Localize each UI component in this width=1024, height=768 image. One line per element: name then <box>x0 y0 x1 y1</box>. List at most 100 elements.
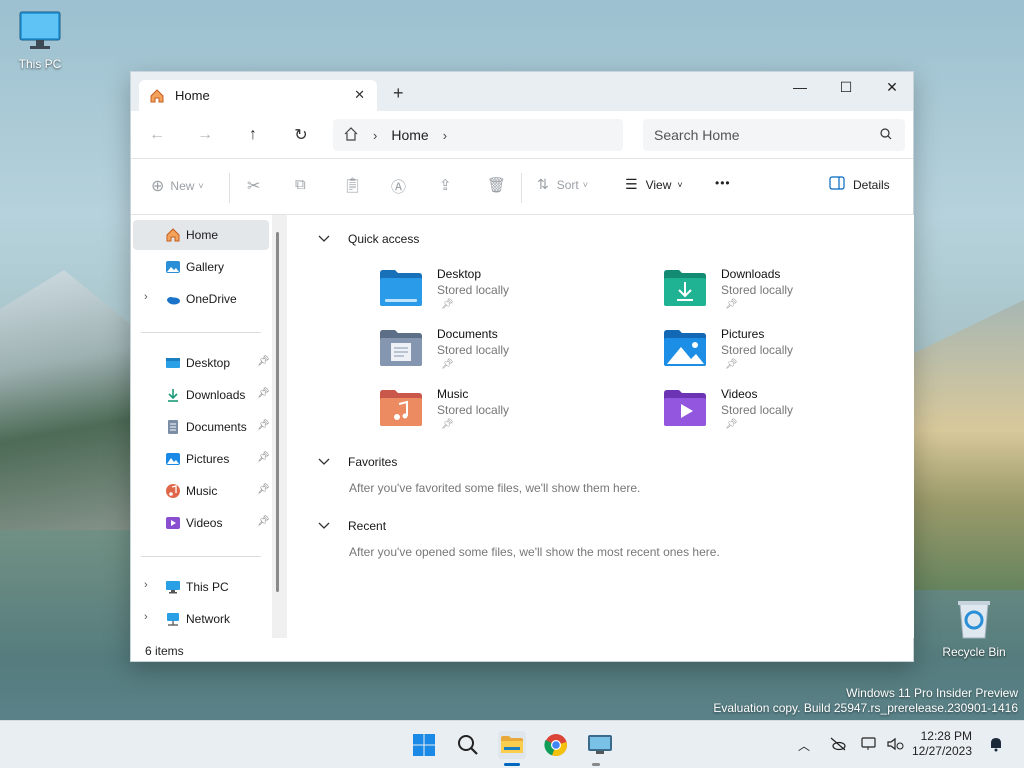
taskbar-remote-desktop[interactable] <box>586 731 614 759</box>
new-tab-button[interactable]: + <box>393 84 404 102</box>
section-title: Favorites <box>348 455 398 469</box>
quick-access-item-pictures[interactable]: Pictures Stored locally 📌︎ <box>663 327 903 383</box>
nav-item-label: Desktop <box>186 356 231 370</box>
volume-muted-icon[interactable] <box>886 737 904 754</box>
forward-arrow-icon[interactable]: → <box>191 121 219 149</box>
minimize-button[interactable]: — <box>777 72 823 102</box>
search-button[interactable] <box>454 731 482 759</box>
chevron-right-icon[interactable]: › <box>373 128 377 143</box>
item-location: Stored locally <box>437 283 510 297</box>
paste-icon[interactable]: 📋︎ <box>343 176 362 194</box>
chevron-down-icon: ˅ <box>582 179 589 190</box>
nav-item-this-pc[interactable]: › This PC <box>133 572 269 602</box>
nav-item-videos[interactable]: Videos 📌︎ <box>133 508 270 538</box>
close-button[interactable]: ✕ <box>869 72 915 102</box>
nav-scrollbar-thumb[interactable] <box>276 232 279 592</box>
nav-item-downloads[interactable]: Downloads 📌︎ <box>133 380 270 410</box>
pin-icon: 📌︎ <box>257 388 270 399</box>
new-button[interactable]: ⊕ New ˅ <box>151 176 204 196</box>
status-bar-item-count: 6 items <box>145 644 184 658</box>
chevron-down-icon: ˅ <box>198 181 204 191</box>
search-input[interactable]: Search Home <box>643 119 905 151</box>
nav-item-onedrive[interactable]: › OneDrive <box>133 284 269 314</box>
chevron-right-icon[interactable]: › <box>443 128 447 143</box>
section-quick-access[interactable]: Quick access <box>318 232 419 246</box>
maximize-button[interactable]: ☐ <box>823 72 869 102</box>
documents-folder-icon <box>380 330 422 366</box>
refresh-icon[interactable]: ↻ <box>287 121 315 149</box>
nav-item-music[interactable]: Music 📌︎ <box>133 476 270 506</box>
nav-item-label: OneDrive <box>186 292 237 306</box>
notification-bell-icon[interactable] <box>988 736 1004 755</box>
section-title: Quick access <box>348 232 420 246</box>
chevron-right-icon[interactable]: › <box>144 579 148 591</box>
nav-divider <box>141 332 261 333</box>
quick-access-item-videos[interactable]: Videos Stored locally 📌︎ <box>663 387 903 443</box>
recycle-bin-icon <box>958 601 990 639</box>
onedrive-offline-icon[interactable] <box>829 737 847 754</box>
music-icon <box>165 483 181 499</box>
address-box[interactable]: › Home › <box>333 119 623 151</box>
sort-button[interactable]: ⇅ Sort ˅ <box>537 176 588 193</box>
nav-item-pictures[interactable]: Pictures 📌︎ <box>133 444 270 474</box>
close-tab-icon[interactable]: ✕ <box>354 87 365 103</box>
pin-icon: 📌︎ <box>725 299 738 310</box>
clock-date: 12/27/2023 <box>911 744 972 758</box>
share-icon[interactable]: ⇪ <box>439 176 452 194</box>
chevron-down-icon[interactable] <box>318 232 330 246</box>
quick-access-item-documents[interactable]: Documents Stored locally 📌︎ <box>379 327 619 383</box>
start-button[interactable] <box>410 731 438 759</box>
pin-icon: 📌︎ <box>725 359 738 370</box>
rename-icon[interactable]: Ⓐ <box>391 176 406 197</box>
desktop-icon-recycle-bin[interactable]: Recycle Bin <box>942 598 1006 659</box>
nav-scrollbar-track[interactable] <box>272 215 287 638</box>
chevron-down-icon: ˅ <box>677 179 683 190</box>
nav-item-gallery[interactable]: Gallery <box>133 252 269 282</box>
chevron-down-icon[interactable] <box>318 455 330 469</box>
quick-access-item-desktop[interactable]: Desktop Stored locally 📌︎ <box>379 267 619 323</box>
pin-icon: 📌︎ <box>257 420 270 431</box>
nav-item-network[interactable]: › Network <box>133 604 269 634</box>
title-bar: Home ✕ + — ☐ ✕ <box>131 72 913 111</box>
up-arrow-icon[interactable]: ↑ <box>239 121 267 149</box>
show-hidden-icons-chevron-up-icon[interactable]: ︿ <box>798 737 810 754</box>
network-status-icon[interactable] <box>861 737 879 754</box>
tab-title: Home <box>175 88 210 103</box>
view-button[interactable]: ☰ View ˅ <box>625 176 683 193</box>
nav-item-desktop[interactable]: Desktop 📌︎ <box>133 348 270 378</box>
quick-access-item-music[interactable]: Music Stored locally 📌︎ <box>379 387 619 443</box>
file-explorer-icon <box>501 736 523 753</box>
tab-home[interactable]: Home ✕ <box>139 80 377 111</box>
nav-item-documents[interactable]: Documents 📌︎ <box>133 412 270 442</box>
sort-label: Sort <box>556 177 579 192</box>
chrome-icon <box>544 734 567 757</box>
clock[interactable]: 12:28 PM 12/27/2023 <box>912 729 972 759</box>
monitor-icon <box>19 11 61 49</box>
details-pane-icon <box>829 176 845 193</box>
desktop-icon-this-pc[interactable]: This PC <box>8 10 72 71</box>
details-button[interactable]: Details <box>829 176 890 193</box>
back-arrow-icon[interactable]: ← <box>143 121 171 149</box>
home-icon <box>147 86 167 106</box>
documents-icon <box>165 419 181 435</box>
search-placeholder: Search Home <box>654 127 740 143</box>
delete-icon[interactable]: 🗑︎ <box>487 176 506 194</box>
chevron-down-icon[interactable] <box>318 519 330 533</box>
taskbar-file-explorer[interactable] <box>498 731 526 759</box>
plus-circle-icon: ⊕ <box>151 178 165 195</box>
item-location: Stored locally <box>437 343 510 357</box>
copy-icon[interactable]: ⧉ <box>295 176 306 193</box>
section-favorites[interactable]: Favorites <box>318 455 397 469</box>
cut-icon[interactable]: ✂ <box>247 176 260 196</box>
nav-item-label: Network <box>186 612 231 626</box>
nav-item-home[interactable]: Home <box>133 220 269 250</box>
breadcrumb-home[interactable]: Home <box>391 127 428 143</box>
more-options-button[interactable]: ••• <box>715 176 731 190</box>
taskbar-chrome[interactable] <box>542 731 570 759</box>
windows-logo-icon <box>413 734 435 756</box>
running-indicator <box>504 763 520 766</box>
chevron-right-icon[interactable]: › <box>144 291 148 303</box>
chevron-right-icon[interactable]: › <box>144 611 148 623</box>
section-recent[interactable]: Recent <box>318 519 386 533</box>
quick-access-item-downloads[interactable]: Downloads Stored locally 📌︎ <box>663 267 903 323</box>
